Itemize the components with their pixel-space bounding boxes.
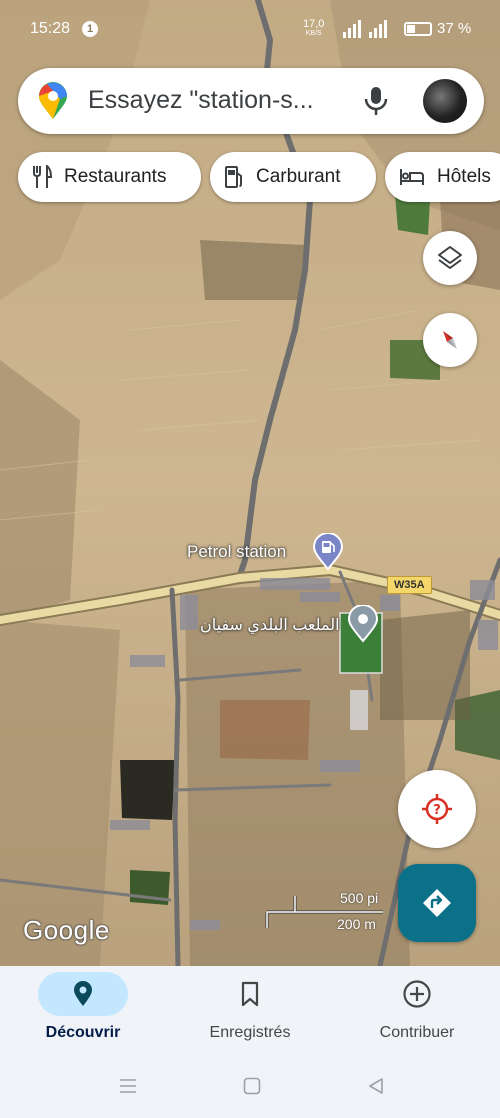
hotel-bed-icon xyxy=(400,169,424,185)
status-time: 15:28 xyxy=(30,20,71,37)
network-speed-unit: KB/S xyxy=(305,30,322,37)
battery-icon xyxy=(404,22,432,36)
road-number-shield: W35A xyxy=(387,576,432,594)
scale-bar: 500 pi 200 m xyxy=(265,888,385,934)
notification-badge: 1 xyxy=(82,21,98,37)
search-bar[interactable]: Essayez "station-s... xyxy=(18,68,484,134)
directions-icon xyxy=(423,889,451,917)
scale-imperial: 500 pi xyxy=(340,890,379,906)
layers-icon xyxy=(438,246,462,269)
stadium-label[interactable]: الملعب البلدي سفيان xyxy=(200,615,340,635)
svg-text:?: ? xyxy=(433,803,441,818)
nav-explore-pill xyxy=(38,972,128,1016)
compass-icon xyxy=(443,331,457,349)
petrol-station-label[interactable]: Petrol station xyxy=(187,542,286,562)
microphone-icon[interactable] xyxy=(364,86,388,116)
bottom-navigation: Découvrir Enregistrés Contribuer xyxy=(0,966,500,1058)
nav-explore-label: Découvrir xyxy=(45,1024,121,1041)
scale-metric: 200 m xyxy=(337,916,376,932)
directions-button[interactable] xyxy=(398,864,476,942)
google-maps-logo-icon xyxy=(39,82,67,119)
chip-fuel[interactable]: Carburant xyxy=(210,152,376,202)
chip-restaurants[interactable]: Restaurants xyxy=(18,152,201,202)
google-logo: Google xyxy=(23,915,110,945)
location-pin-icon xyxy=(74,981,92,1006)
system-navigation-bar xyxy=(0,1058,500,1118)
fuel-pin-icon[interactable] xyxy=(312,533,344,571)
chip-restaurants-label: Restaurants xyxy=(64,166,167,187)
battery-percent: 37 % xyxy=(437,20,472,37)
place-pin-icon[interactable] xyxy=(347,605,379,643)
restaurant-icon xyxy=(33,165,52,188)
back-icon[interactable] xyxy=(366,1076,386,1096)
nav-explore[interactable]: Découvrir xyxy=(0,966,166,1058)
layers-button[interactable] xyxy=(423,231,477,285)
home-icon[interactable] xyxy=(242,1076,262,1096)
compass-button[interactable] xyxy=(423,313,477,367)
bookmark-icon xyxy=(241,981,259,1007)
chip-hotels-label: Hôtels xyxy=(437,166,491,187)
network-speed-value: 17,0 xyxy=(303,18,325,30)
location-unknown-icon: ? xyxy=(422,794,452,824)
chip-hotels[interactable]: Hôtels xyxy=(385,152,500,202)
nav-saved-pill xyxy=(205,972,295,1016)
add-circle-icon xyxy=(403,980,431,1008)
search-input[interactable]: Essayez "station-s... xyxy=(88,86,314,115)
menu-icon[interactable] xyxy=(118,1076,138,1096)
account-avatar[interactable] xyxy=(423,79,467,123)
nav-contribute-label: Contribuer xyxy=(379,1024,455,1041)
nav-saved-label: Enregistrés xyxy=(209,1024,291,1041)
nav-contribute-pill xyxy=(372,972,462,1016)
signal-icon xyxy=(343,20,387,38)
my-location-button[interactable]: ? xyxy=(398,770,476,848)
gas-station-icon xyxy=(225,166,242,188)
network-speed: 17,0 KB/S xyxy=(303,19,324,38)
chip-fuel-label: Carburant xyxy=(256,166,341,187)
nav-contribute[interactable]: Contribuer xyxy=(334,966,500,1058)
nav-saved[interactable]: Enregistrés xyxy=(167,966,333,1058)
status-bar: 15:28 1 17,0 KB/S 37 % xyxy=(0,0,500,58)
